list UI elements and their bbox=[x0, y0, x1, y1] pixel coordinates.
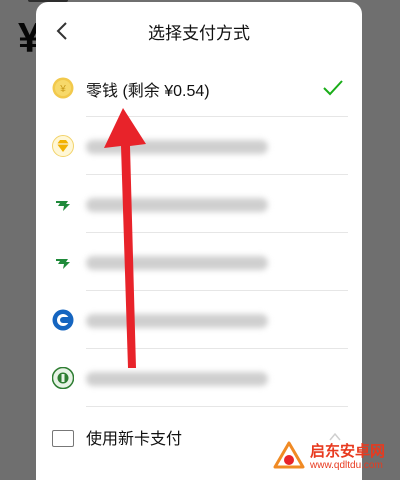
diamond-bank-icon bbox=[52, 135, 74, 157]
obscured-card-info bbox=[86, 198, 268, 212]
row-divider bbox=[86, 290, 348, 291]
row-divider bbox=[86, 232, 348, 233]
obscured-card-info bbox=[86, 372, 268, 386]
postal-bank-icon bbox=[52, 193, 74, 215]
new-card-label: 使用新卡支付 bbox=[86, 431, 183, 448]
card-icon bbox=[52, 430, 74, 447]
coin-icon: ¥ bbox=[52, 77, 74, 99]
sheet-header: 选择支付方式 bbox=[36, 2, 362, 58]
obscured-card-info bbox=[86, 256, 268, 270]
payment-option-bank-card[interactable] bbox=[36, 292, 362, 349]
obscured-card-info bbox=[86, 314, 268, 328]
obscured-card-info bbox=[86, 140, 268, 154]
watermark-url: www.qdltdu.com bbox=[310, 460, 383, 471]
sheet-title: 选择支付方式 bbox=[148, 24, 250, 43]
watermark-logo-icon bbox=[273, 441, 305, 469]
payment-method-sheet: 选择支付方式 ¥ 零钱 (剩余 ¥0.54) 使用新卡支付 bbox=[36, 2, 362, 480]
payment-option-label: 零钱 (剩余 ¥0.54) bbox=[86, 83, 210, 100]
svg-text:¥: ¥ bbox=[59, 84, 66, 95]
payment-option-bank-card[interactable] bbox=[36, 118, 362, 175]
ccb-bank-icon bbox=[52, 309, 74, 331]
row-divider bbox=[86, 406, 348, 407]
row-divider bbox=[86, 348, 348, 349]
payment-option-bank-card[interactable] bbox=[36, 350, 362, 407]
watermark-title: 启东安卓网 bbox=[310, 443, 386, 460]
postal-bank-icon bbox=[52, 251, 74, 273]
watermark: 启东安卓网 www.qdltdu.com bbox=[268, 438, 400, 480]
payment-option-balance[interactable]: ¥ 零钱 (剩余 ¥0.54) bbox=[36, 60, 362, 117]
checkmark-icon bbox=[323, 80, 343, 96]
row-divider bbox=[86, 174, 348, 175]
payment-option-bank-card[interactable] bbox=[36, 176, 362, 233]
payment-option-bank-card[interactable] bbox=[36, 234, 362, 291]
row-divider bbox=[86, 116, 348, 117]
rural-bank-icon bbox=[52, 367, 74, 389]
